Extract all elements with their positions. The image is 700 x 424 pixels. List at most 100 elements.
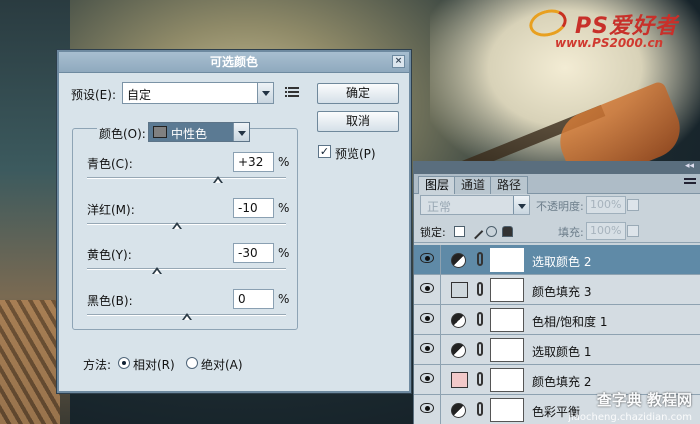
layer-row[interactable]: 颜色填充 3: [414, 275, 700, 305]
link-icon[interactable]: [477, 282, 483, 296]
eye-icon[interactable]: [420, 373, 434, 383]
preview-label: 预览(P): [335, 147, 376, 161]
yellow-field[interactable]: -30: [233, 243, 274, 263]
yellow-label: 黄色(Y):: [87, 248, 132, 262]
magenta-unit: %: [278, 201, 290, 215]
opacity-label: 不透明度:: [536, 200, 584, 213]
preview-checkbox[interactable]: ✓: [318, 145, 331, 158]
watermark-url: jiaocheng.chazidian.com: [568, 412, 692, 423]
layer-row[interactable]: 选取颜色 1: [414, 335, 700, 365]
yellow-unit: %: [278, 246, 290, 260]
black-label: 黑色(B):: [87, 294, 133, 308]
fill-field[interactable]: 100%: [586, 222, 626, 240]
chevron-down-icon[interactable]: [513, 196, 529, 214]
watermark-title: 查字典 教程网: [596, 391, 692, 409]
color-swatch: [153, 126, 167, 138]
layer-mask-thumbnail[interactable]: [490, 278, 524, 302]
close-icon[interactable]: ×: [392, 55, 405, 68]
lock-label: 锁定:: [420, 226, 446, 239]
layer-mask-thumbnail[interactable]: [490, 368, 524, 392]
magenta-label: 洋红(M):: [87, 203, 135, 217]
layer-row[interactable]: 选取颜色 2: [414, 245, 700, 275]
adjustment-layer-icon: [451, 343, 466, 358]
chevron-down-icon[interactable]: [257, 83, 273, 103]
link-icon[interactable]: [477, 252, 483, 266]
blend-opacity-row: 正常 不透明度: 100%: [414, 195, 700, 219]
layer-name: 色相/饱和度 1: [532, 315, 608, 329]
layer-name: 颜色填充 2: [532, 375, 592, 389]
adjustment-layer-icon: [451, 403, 466, 418]
preset-options-icon[interactable]: [285, 85, 299, 99]
link-icon[interactable]: [477, 312, 483, 326]
panel-header-strip[interactable]: ◂◂: [414, 161, 700, 174]
black-slider[interactable]: [87, 313, 286, 320]
layer-mask-thumbnail[interactable]: [490, 398, 524, 422]
link-icon[interactable]: [477, 372, 483, 386]
background-guitar: [0, 300, 60, 424]
eye-icon[interactable]: [420, 283, 434, 293]
cyan-unit: %: [278, 155, 290, 169]
method-label: 方法:: [83, 358, 112, 372]
layer-row[interactable]: 色相/饱和度 1: [414, 305, 700, 335]
layers-panel: ◂◂ 图层 通道 路径 正常 不透明度: 100% 锁定: 填充: 100% 选…: [413, 161, 700, 424]
method-relative-radio[interactable]: [118, 357, 130, 369]
adjustment-layer-icon: [451, 313, 466, 328]
layer-mask-thumbnail[interactable]: [490, 308, 524, 332]
layer-mask-thumbnail[interactable]: [490, 248, 524, 272]
fill-swatch: [451, 372, 468, 388]
eye-icon[interactable]: [420, 253, 434, 263]
eye-icon[interactable]: [420, 313, 434, 323]
tab-paths[interactable]: 路径: [490, 176, 529, 194]
adjustment-layer-icon: [451, 253, 466, 268]
method-absolute-label: 绝对(A): [201, 358, 243, 372]
link-icon[interactable]: [477, 342, 483, 356]
link-icon[interactable]: [477, 402, 483, 416]
blend-mode-select[interactable]: 正常: [420, 195, 530, 215]
preset-value: 自定: [127, 88, 152, 102]
magenta-slider[interactable]: [87, 222, 286, 229]
lock-all-icon[interactable]: [502, 226, 513, 237]
black-unit: %: [278, 292, 290, 306]
blend-mode-value: 正常: [427, 200, 452, 214]
preset-select[interactable]: 自定: [122, 82, 274, 104]
colors-value: 中性色: [171, 127, 208, 141]
eye-icon[interactable]: [420, 343, 434, 353]
cancel-button[interactable]: 取消: [317, 111, 399, 132]
lock-pixels-icon[interactable]: [467, 223, 484, 240]
eye-icon[interactable]: [420, 403, 434, 413]
layer-name: 颜色填充 3: [532, 285, 592, 299]
black-field[interactable]: 0: [233, 289, 274, 309]
yellow-slider[interactable]: [87, 267, 286, 274]
lock-position-icon[interactable]: [486, 226, 497, 237]
dialog-title: 可选颜色: [209, 55, 258, 69]
logo-url: www.PS2000.cn: [555, 36, 664, 50]
opacity-arrow-icon[interactable]: [627, 199, 639, 211]
layer-name: 选取颜色 1: [532, 345, 592, 359]
magenta-field[interactable]: -10: [233, 198, 274, 218]
cyan-label: 青色(C):: [87, 157, 133, 171]
tab-layers[interactable]: 图层: [418, 176, 457, 194]
fill-label: 填充:: [558, 226, 584, 239]
fill-swatch: [451, 282, 468, 298]
method-absolute-radio[interactable]: [186, 357, 198, 369]
chevron-down-icon[interactable]: [233, 123, 249, 141]
opacity-field[interactable]: 100%: [586, 196, 626, 214]
collapse-icon[interactable]: ◂◂: [685, 161, 694, 171]
panel-tabs: 图层 通道 路径: [414, 174, 700, 194]
lock-transparency-icon[interactable]: [454, 226, 465, 237]
colors-select[interactable]: 中性色: [148, 122, 250, 142]
selective-color-dialog: 可选颜色 × 预设(E): 自定 确定 取消 ✓ 预览(P) 颜色(O): 中性…: [57, 50, 411, 393]
panel-menu-icon[interactable]: [684, 178, 696, 188]
fill-arrow-icon[interactable]: [627, 225, 639, 237]
dialog-title-bar[interactable]: 可选颜色 ×: [59, 52, 409, 73]
layer-name: 选取颜色 2: [532, 255, 592, 269]
ok-button[interactable]: 确定: [317, 83, 399, 104]
site-logo: PS爱好者 www.PS2000.cn: [525, 5, 695, 52]
lock-fill-row: 锁定: 填充: 100%: [414, 219, 700, 243]
tab-channels[interactable]: 通道: [454, 176, 493, 194]
method-relative-label: 相对(R): [133, 358, 175, 372]
cyan-field[interactable]: +32: [233, 152, 274, 172]
cyan-slider[interactable]: [87, 176, 286, 183]
preset-label: 预设(E):: [71, 88, 116, 102]
layer-mask-thumbnail[interactable]: [490, 338, 524, 362]
